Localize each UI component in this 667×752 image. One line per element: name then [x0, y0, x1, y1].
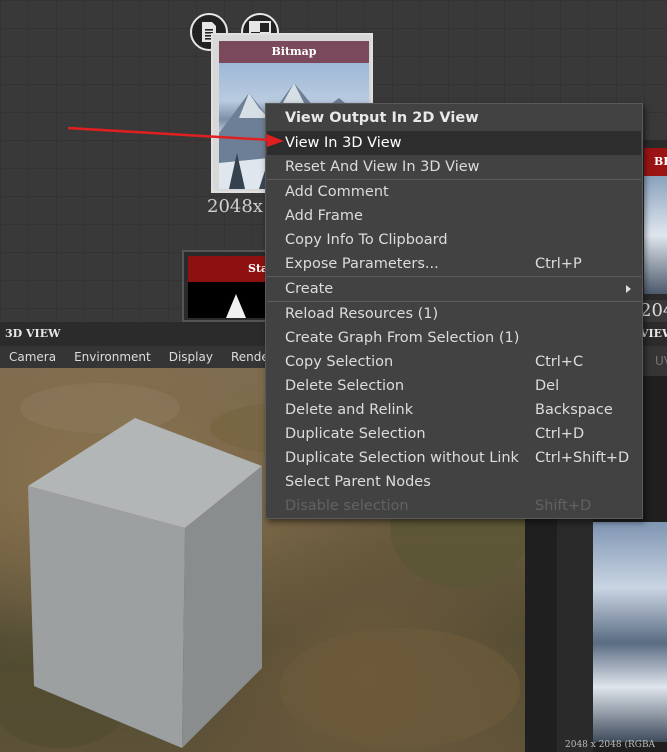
menu-item-shortcut: Ctrl+Shift+D — [535, 450, 630, 466]
context-menu: View Output In 2D View View In 3D View R… — [265, 103, 643, 519]
bitmap-node-title: Bitmap — [219, 41, 369, 63]
menu-item-add-frame[interactable]: Add Frame — [267, 204, 641, 228]
menu-item-delete-selection[interactable]: Delete Selection Del — [267, 374, 641, 398]
menu-item-reset-view-3d[interactable]: Reset And View In 3D View — [267, 155, 641, 179]
menu-item-label: Expose Parameters... — [285, 256, 439, 272]
menu-item-label: View Output In 2D View — [285, 110, 479, 126]
bb-node-thumbnail — [644, 176, 667, 294]
menu-item-label: Reset And View In 3D View — [285, 159, 480, 175]
menu-item-reload-resources[interactable]: Reload Resources (1) — [267, 302, 641, 326]
menu-display[interactable]: Display — [169, 350, 213, 364]
menu-item-label: Delete Selection — [285, 378, 405, 394]
menu-item-duplicate-without-link[interactable]: Duplicate Selection without Link Ctrl+Shi… — [267, 446, 641, 470]
menu-item-select-parent-nodes[interactable]: Select Parent Nodes — [267, 470, 641, 494]
bb-node[interactable]: BB — [640, 140, 667, 300]
menu-item-delete-relink[interactable]: Delete and Relink Backspace — [267, 398, 641, 422]
bb-node-title: BB — [644, 148, 667, 176]
menu-item-shortcut: Backspace — [535, 402, 613, 418]
menu-item-label: View In 3D View — [285, 135, 402, 151]
menu-item-duplicate-selection[interactable]: Duplicate Selection Ctrl+D — [267, 422, 641, 446]
state-node[interactable]: Sta — [182, 250, 272, 322]
menu-item-label: Add Comment — [285, 184, 389, 200]
menu-item-label: Duplicate Selection without Link — [285, 450, 519, 466]
menu-item-label: Create Graph From Selection (1) — [285, 330, 520, 346]
menu-item-create-graph[interactable]: Create Graph From Selection (1) — [267, 326, 641, 350]
menu-item-create[interactable]: Create — [267, 277, 641, 301]
menu-item-shortcut: Ctrl+C — [535, 354, 584, 370]
menu-item-label: Reload Resources (1) — [285, 306, 439, 322]
menu-item-view-in-3d[interactable]: View In 3D View — [267, 131, 641, 155]
menu-item-label: Copy Selection — [285, 354, 394, 370]
menu-item-shortcut: Del — [535, 378, 560, 394]
menu-item-label: Select Parent Nodes — [285, 474, 431, 490]
submenu-arrow-icon — [626, 285, 631, 293]
bb-size-label: 204 — [640, 300, 667, 321]
menu-item-label: Copy Info To Clipboard — [285, 232, 448, 248]
menu-item-label: Disable selection — [285, 498, 409, 514]
menu-item-label: Create — [285, 281, 334, 297]
menu-item-shortcut: Ctrl+P — [535, 256, 582, 272]
menu-item-copy-selection[interactable]: Copy Selection Ctrl+C — [267, 350, 641, 374]
menu-item-copy-info[interactable]: Copy Info To Clipboard — [267, 228, 641, 252]
menu-item-label: Duplicate Selection — [285, 426, 426, 442]
menu-environment[interactable]: Environment — [74, 350, 151, 364]
view2d-image[interactable] — [593, 522, 667, 742]
menu-item-disable-selection: Disable selection Shift+D — [267, 494, 641, 518]
menu-item-view-output-2d[interactable]: View Output In 2D View — [267, 106, 641, 130]
menu-item-label: Add Frame — [285, 208, 363, 224]
menu-camera[interactable]: Camera — [9, 350, 56, 364]
menu-item-shortcut: Shift+D — [535, 498, 592, 514]
bitmap-size-label: 2048x — [207, 196, 263, 217]
menu-item-expose-parameters[interactable]: Expose Parameters... Ctrl+P — [267, 252, 641, 276]
view2d-status: 2048 x 2048 (RGBA — [565, 740, 656, 750]
menu-item-label: Delete and Relink — [285, 402, 414, 418]
state-node-title: Sta — [188, 256, 270, 282]
state-node-preview — [188, 282, 270, 318]
menu-item-add-comment[interactable]: Add Comment — [267, 180, 641, 204]
menu-item-shortcut: Ctrl+D — [535, 426, 585, 442]
